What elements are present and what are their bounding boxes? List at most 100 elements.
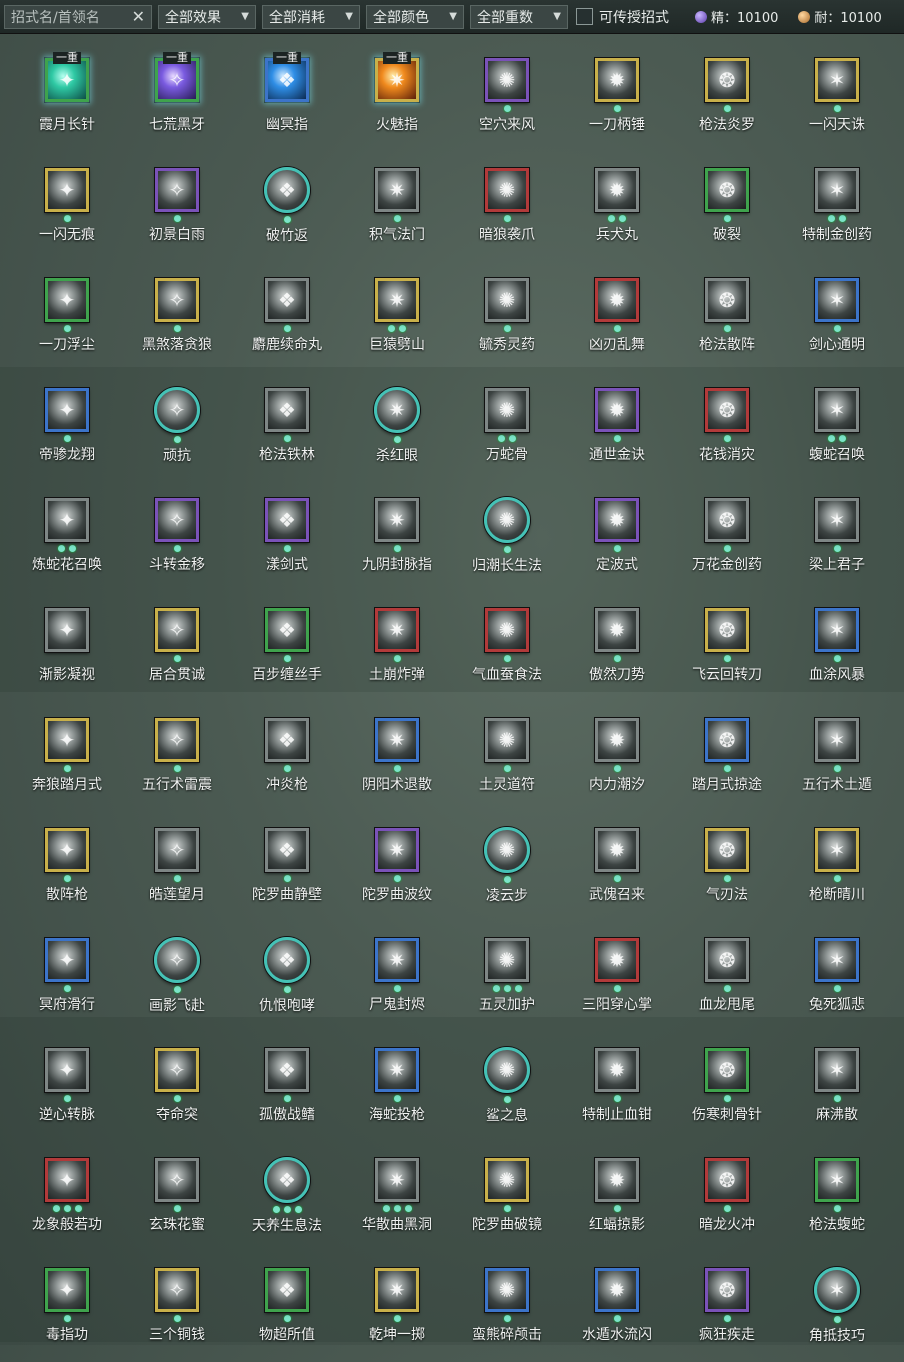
skill-icon[interactable]: ✧ bbox=[154, 387, 200, 433]
skill-icon[interactable]: ✹ bbox=[595, 608, 639, 652]
skill-item[interactable]: ❖ 一重 幽冥指 bbox=[232, 42, 342, 152]
skill-item[interactable]: ✷ 海蛇投枪 bbox=[342, 1032, 452, 1142]
skill-item[interactable]: ✷ 华散曲黑洞 bbox=[342, 1142, 452, 1252]
skill-item[interactable]: ❂ 万花金创药 bbox=[672, 482, 782, 592]
skill-icon[interactable]: ✹ bbox=[595, 1268, 639, 1312]
skill-icon[interactable]: ❖ bbox=[264, 937, 310, 983]
skill-item[interactable]: ✹ 凶刃乱舞 bbox=[562, 262, 672, 372]
skill-item[interactable]: ✦ 逆心转脉 bbox=[12, 1032, 122, 1142]
skill-icon[interactable]: ✧ bbox=[155, 1048, 199, 1092]
skill-icon[interactable]: ❖ bbox=[265, 718, 309, 762]
skill-item[interactable]: ✦ 龙象般若功 bbox=[12, 1142, 122, 1252]
skill-item[interactable]: ❖ 漾剑式 bbox=[232, 482, 342, 592]
skill-item[interactable]: ✧ 顽抗 bbox=[122, 372, 232, 482]
skill-item[interactable]: ❂ 气刃法 bbox=[672, 812, 782, 922]
skill-icon[interactable]: ✶ bbox=[815, 608, 859, 652]
skill-icon[interactable]: ✦ bbox=[45, 1048, 89, 1092]
skill-icon[interactable]: ❖ bbox=[265, 498, 309, 542]
skill-item[interactable]: ✶ 一闪天诛 bbox=[782, 42, 892, 152]
skill-item[interactable]: ✹ 兵犬丸 bbox=[562, 152, 672, 262]
skill-icon[interactable]: ✷ bbox=[375, 498, 419, 542]
skill-item[interactable]: ❂ 飞云回转刀 bbox=[672, 592, 782, 702]
close-icon[interactable]: ✕ bbox=[132, 7, 145, 26]
skill-item[interactable]: ✦ 奔狼踏月式 bbox=[12, 702, 122, 812]
skill-icon[interactable]: ❂ bbox=[705, 168, 749, 212]
skill-icon[interactable]: ✦ bbox=[45, 828, 89, 872]
skill-item[interactable]: ✶ 血涂风暴 bbox=[782, 592, 892, 702]
skill-item[interactable]: ✧ 夺命突 bbox=[122, 1032, 232, 1142]
skill-icon[interactable]: ✧ bbox=[155, 278, 199, 322]
skill-item[interactable]: ❖ 陀罗曲静壁 bbox=[232, 812, 342, 922]
skill-item[interactable]: ✧ 黑煞落贪狼 bbox=[122, 262, 232, 372]
skill-item[interactable]: ✶ 剑心通明 bbox=[782, 262, 892, 372]
skill-icon[interactable]: ✺ bbox=[484, 1047, 530, 1093]
skill-item[interactable]: ❂ 枪法散阵 bbox=[672, 262, 782, 372]
skill-icon[interactable]: ✧ bbox=[155, 498, 199, 542]
skill-item[interactable]: ✦ 毒指功 bbox=[12, 1252, 122, 1362]
checkbox-box[interactable] bbox=[576, 8, 593, 25]
skill-icon[interactable]: ✧ bbox=[155, 168, 199, 212]
skill-icon[interactable]: ✶ bbox=[815, 1158, 859, 1202]
skill-item[interactable]: ✶ 五行术土遁 bbox=[782, 702, 892, 812]
skill-item[interactable]: ❂ 疯狂疾走 bbox=[672, 1252, 782, 1362]
skill-icon[interactable]: ✺ bbox=[485, 1268, 529, 1312]
skill-item[interactable]: ✺ 空穴来风 bbox=[452, 42, 562, 152]
skill-icon[interactable]: ❂ bbox=[705, 388, 749, 432]
skill-item[interactable]: ❂ 血龙甩尾 bbox=[672, 922, 782, 1032]
skill-item[interactable]: ❂ 踏月式掠途 bbox=[672, 702, 782, 812]
skill-item[interactable]: ✶ 枪断晴川 bbox=[782, 812, 892, 922]
skill-icon[interactable]: ✶ bbox=[814, 1267, 860, 1313]
skill-item[interactable]: ✷ 土崩炸弹 bbox=[342, 592, 452, 702]
skill-icon[interactable]: ❂ bbox=[705, 1048, 749, 1092]
skill-icon[interactable]: ✺ bbox=[485, 1158, 529, 1202]
skill-icon[interactable]: ❂ bbox=[705, 1268, 749, 1312]
skill-item[interactable]: ❖ 天养生息法 bbox=[232, 1142, 342, 1252]
skill-icon[interactable]: ✹ bbox=[595, 388, 639, 432]
skill-icon[interactable]: ❂ bbox=[705, 498, 749, 542]
skill-icon[interactable]: ❖ 一重 bbox=[265, 52, 309, 102]
skill-item[interactable]: ✶ 枪法蝮蛇 bbox=[782, 1142, 892, 1252]
skill-icon[interactable]: ✧ bbox=[155, 718, 199, 762]
skill-item[interactable]: ✶ 梁上君子 bbox=[782, 482, 892, 592]
skill-icon[interactable]: ✷ bbox=[374, 387, 420, 433]
skill-item[interactable]: ✷ 杀红眼 bbox=[342, 372, 452, 482]
skill-icon[interactable]: ✹ bbox=[595, 58, 639, 102]
skill-icon[interactable]: ✷ bbox=[375, 1268, 419, 1312]
skill-item[interactable]: ✺ 凌云步 bbox=[452, 812, 562, 922]
skill-icon[interactable]: ✺ bbox=[485, 388, 529, 432]
skill-item[interactable]: ✺ 暗狼袭爪 bbox=[452, 152, 562, 262]
skill-item[interactable]: ❖ 冲炎枪 bbox=[232, 702, 342, 812]
skill-icon[interactable]: ✺ bbox=[485, 278, 529, 322]
skill-item[interactable]: ✷ 陀罗曲波纹 bbox=[342, 812, 452, 922]
skill-item[interactable]: ✹ 武傀召来 bbox=[562, 812, 672, 922]
skill-icon[interactable]: ❂ bbox=[705, 58, 749, 102]
skill-icon[interactable]: ✺ bbox=[485, 938, 529, 982]
skill-item[interactable]: ✧ 画影飞赴 bbox=[122, 922, 232, 1032]
skill-icon[interactable]: ✦ bbox=[45, 718, 89, 762]
skill-item[interactable]: ✹ 通世金诀 bbox=[562, 372, 672, 482]
skill-icon[interactable]: ❂ bbox=[705, 718, 749, 762]
skill-item[interactable]: ✷ 巨猿劈山 bbox=[342, 262, 452, 372]
skill-item[interactable]: ✦ 散阵枪 bbox=[12, 812, 122, 922]
skill-item[interactable]: ✷ 积气法门 bbox=[342, 152, 452, 262]
skill-icon[interactable]: ✶ bbox=[815, 828, 859, 872]
skill-icon[interactable]: ✦ bbox=[45, 498, 89, 542]
effect-filter-dropdown[interactable]: 全部效果 ▼ bbox=[158, 4, 256, 29]
skill-icon[interactable]: ✹ bbox=[595, 278, 639, 322]
skill-icon[interactable]: ✶ bbox=[815, 58, 859, 102]
skill-icon[interactable]: ✶ bbox=[815, 938, 859, 982]
skill-icon[interactable]: ❂ bbox=[705, 1158, 749, 1202]
skill-icon[interactable]: ✷ bbox=[375, 938, 419, 982]
skill-item[interactable]: ✹ 水遁水流闪 bbox=[562, 1252, 672, 1362]
skill-item[interactable]: ✹ 内力潮汐 bbox=[562, 702, 672, 812]
skill-icon[interactable]: ✹ bbox=[595, 1048, 639, 1092]
skill-icon[interactable]: ✹ bbox=[595, 718, 639, 762]
skill-icon[interactable]: ✧ bbox=[154, 937, 200, 983]
skill-item[interactable]: ✦ 一刀浮尘 bbox=[12, 262, 122, 372]
skill-icon[interactable]: ✷ bbox=[375, 718, 419, 762]
skill-item[interactable]: ✧ 三个铜钱 bbox=[122, 1252, 232, 1362]
skill-item[interactable]: ✷ 尸鬼封烬 bbox=[342, 922, 452, 1032]
skill-item[interactable]: ✷ 九阴封脉指 bbox=[342, 482, 452, 592]
skill-icon[interactable]: ✹ bbox=[595, 938, 639, 982]
skill-item[interactable]: ✹ 傲然刀势 bbox=[562, 592, 672, 702]
